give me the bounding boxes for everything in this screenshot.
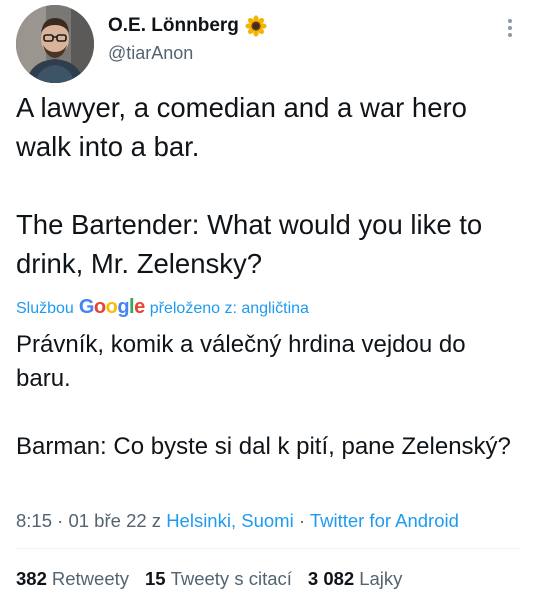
quote-tweets-label: Tweety s citací xyxy=(170,568,292,589)
retweets-label: Retweety xyxy=(51,568,129,589)
author-handle[interactable]: @tiarAnon xyxy=(108,43,267,64)
translation-source-language[interactable]: přeloženo z: angličtina xyxy=(150,300,309,318)
likes-count: 3 082 xyxy=(307,568,355,589)
tweet-client[interactable]: Twitter for Android xyxy=(310,510,459,531)
avatar-photo xyxy=(16,5,94,83)
avatar[interactable] xyxy=(16,5,94,83)
tweet-metadata: 8:15 · 01 bře 22 z Helsinki, Suomi · Twi… xyxy=(16,510,459,532)
sunflower-icon xyxy=(245,15,267,37)
translation-attribution: Službou Google přeloženo z: angličtina xyxy=(16,296,309,319)
from-word: z xyxy=(151,510,162,531)
display-name-row[interactable]: O.E. Lönnberg xyxy=(108,15,267,37)
tweet-header: O.E. Lönnberg @tiarAnon xyxy=(16,5,521,83)
tweet-text: A lawyer, a comedian and a war hero walk… xyxy=(16,92,483,279)
more-options-icon[interactable] xyxy=(499,17,521,39)
translated-text: Právník, komik a válečný hrdina vejdou d… xyxy=(16,331,511,460)
meta-separator: · xyxy=(57,510,64,531)
google-logo: Google xyxy=(78,296,145,318)
tweet-date[interactable]: 01 bře 22 xyxy=(68,510,146,531)
retweets-count: 382 xyxy=(16,568,47,589)
likes-label: Lajky xyxy=(359,568,403,589)
tweet-time[interactable]: 8:15 xyxy=(16,510,52,531)
quote-tweets-count: 15 xyxy=(145,568,166,589)
tweet-location[interactable]: Helsinki, Suomi xyxy=(166,510,294,531)
author-names: O.E. Lönnberg @tiarAnon xyxy=(108,15,267,64)
engagement-stats: 382 Retweety 15 Tweety s citací 3 082 Lajky xyxy=(16,568,402,590)
display-name[interactable]: O.E. Lönnberg xyxy=(108,15,239,37)
tweet-card: O.E. Lönnberg @tiarAnon A lawyer, a come… xyxy=(0,0,537,600)
quote-tweets-stat[interactable]: 15 Tweety s citací xyxy=(145,568,292,590)
retweets-stat[interactable]: 382 Retweety xyxy=(16,568,129,590)
divider xyxy=(16,548,521,549)
translation-prefix: Službou xyxy=(16,300,74,317)
meta-separator-2: · xyxy=(298,510,305,531)
likes-stat[interactable]: 3 082 Lajky xyxy=(308,568,403,590)
